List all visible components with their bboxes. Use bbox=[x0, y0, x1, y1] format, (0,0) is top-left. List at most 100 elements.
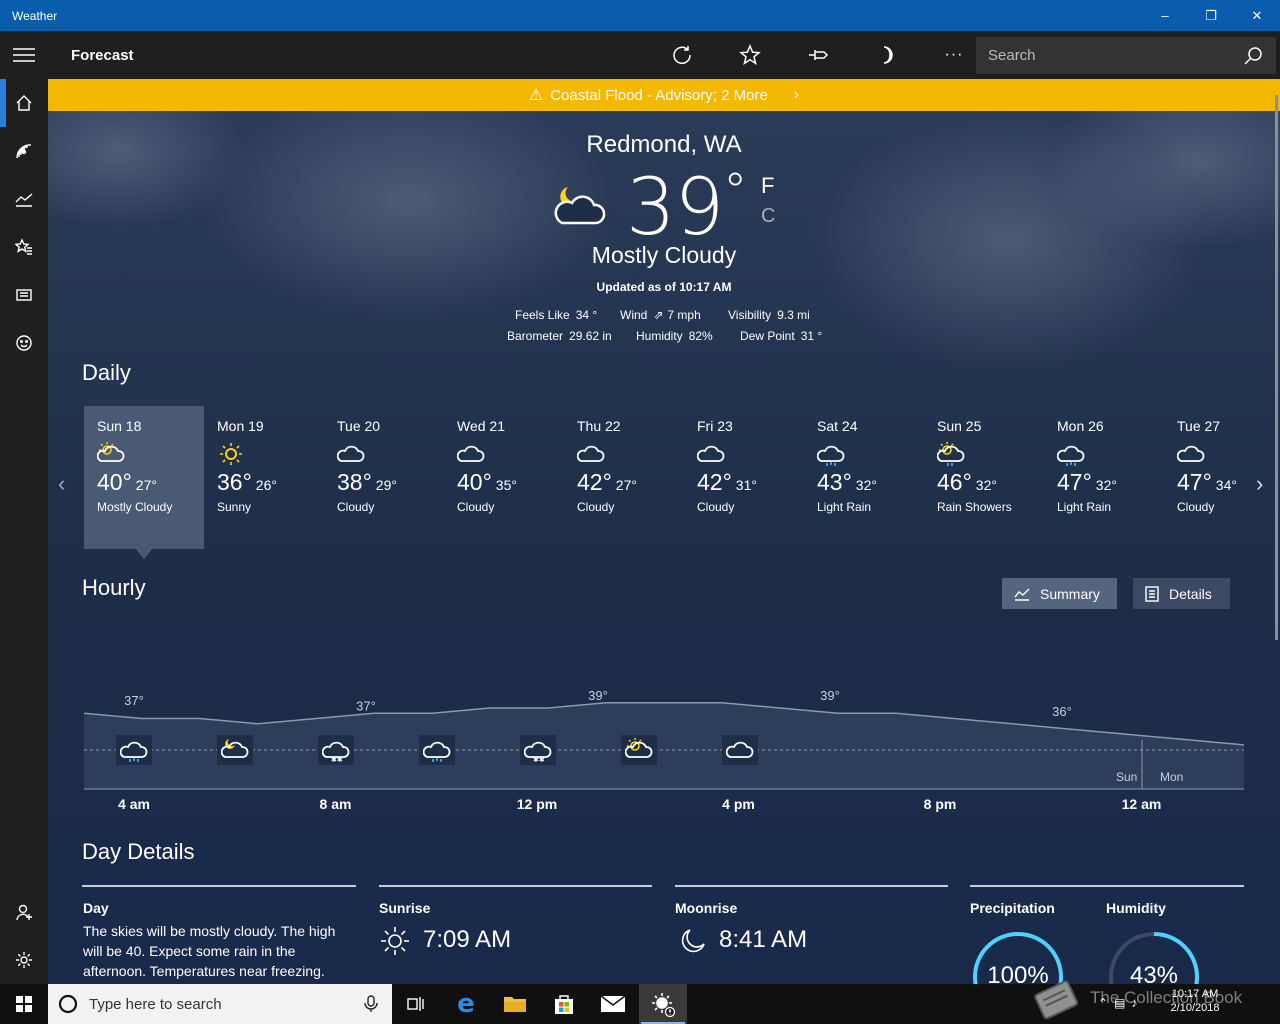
hourly-temp-label: 37° bbox=[124, 693, 144, 708]
favorite-button[interactable] bbox=[716, 31, 784, 79]
gear-icon bbox=[16, 952, 32, 968]
main-content: Redmond, WA 39° F C Mostly Cloudy Update… bbox=[48, 111, 1280, 984]
humidity-value: 43% bbox=[1129, 962, 1179, 984]
daily-day-card[interactable]: Sun 18 40° 27° Mostly Cloudy bbox=[84, 406, 204, 549]
search-icon[interactable] bbox=[1242, 45, 1264, 67]
day-divider-label: Sun bbox=[1116, 770, 1137, 784]
pin-icon bbox=[809, 50, 829, 60]
settings-button[interactable] bbox=[0, 936, 48, 984]
windows-icon bbox=[16, 996, 32, 1012]
low-temp: 27° bbox=[135, 477, 157, 493]
chart-icon bbox=[15, 193, 33, 207]
daily-day-card[interactable]: Sun 25 46° 32° Rain Showers bbox=[924, 406, 1044, 549]
low-temp: 29° bbox=[375, 477, 397, 493]
daily-day-card[interactable]: Mon 26 47° 32° Light Rain bbox=[1044, 406, 1164, 549]
day-name: Wed 21 bbox=[457, 418, 505, 434]
svg-text:✱✱: ✱✱ bbox=[331, 756, 343, 764]
moonrise-label: Moonrise bbox=[675, 900, 738, 916]
stat-wind: Wind ⇗ 7 mph bbox=[620, 308, 701, 322]
minimize-button[interactable]: – bbox=[1142, 0, 1188, 31]
day-temps: 36° 26° bbox=[217, 469, 311, 496]
low-temp: 27° bbox=[615, 477, 637, 493]
stat-label: Wind bbox=[620, 308, 648, 322]
snow-icon: ✱✱ bbox=[520, 735, 556, 765]
search-box[interactable] bbox=[976, 37, 1276, 74]
cloud-icon bbox=[722, 735, 758, 765]
humidity-label: Humidity bbox=[1106, 900, 1166, 916]
details-toggle[interactable]: Details bbox=[1133, 578, 1230, 609]
hourly-temp-label: 36° bbox=[1052, 704, 1072, 719]
nav-places[interactable] bbox=[0, 223, 48, 271]
chevron-right-icon: › bbox=[793, 86, 800, 103]
hamburger-icon bbox=[13, 48, 35, 62]
stat-dew-point: Dew Point 31 ° bbox=[740, 329, 822, 343]
nav-feedback[interactable] bbox=[0, 319, 48, 367]
radar-icon bbox=[16, 144, 32, 159]
low-temp: 34° bbox=[1215, 477, 1237, 493]
summary-toggle[interactable]: Summary bbox=[1002, 578, 1117, 609]
day-temps: 40° 35° bbox=[457, 469, 551, 496]
stat-value: 9.3 mi bbox=[777, 308, 810, 322]
daily-next-button[interactable]: › bbox=[1256, 471, 1263, 497]
taskbar-store[interactable] bbox=[540, 984, 588, 1024]
maximize-button[interactable]: ❐ bbox=[1188, 0, 1234, 31]
command-bar: Forecast ··· bbox=[48, 31, 1280, 79]
snow-icon: ✱✱ bbox=[318, 735, 354, 765]
task-view-button[interactable] bbox=[392, 984, 440, 1024]
high-temp: 40° bbox=[457, 469, 492, 495]
volume-icon[interactable]: ♪ bbox=[1131, 996, 1143, 1010]
pin-button[interactable] bbox=[784, 31, 852, 79]
high-temp: 42° bbox=[697, 469, 732, 495]
nav-news[interactable] bbox=[0, 271, 48, 319]
daily-day-card[interactable]: Sat 24 43° 32° Light Rain bbox=[804, 406, 924, 549]
temperature-value: 39 bbox=[626, 163, 724, 253]
edge-icon: e bbox=[457, 989, 475, 1019]
taskbar-search[interactable] bbox=[48, 984, 392, 1024]
theme-button[interactable] bbox=[852, 31, 920, 79]
hourly-temp-label: 37° bbox=[356, 699, 376, 714]
nav-historical[interactable] bbox=[0, 175, 48, 223]
daily-prev-button[interactable]: ‹ bbox=[58, 471, 65, 497]
daily-day-card[interactable]: Wed 21 40° 35° Cloudy bbox=[444, 406, 564, 549]
watermark-logo-icon bbox=[1034, 980, 1079, 1020]
sunrise-icon bbox=[381, 927, 409, 955]
alert-banner[interactable]: ⚠ Coastal Flood - Advisory; 2 More › bbox=[48, 79, 1280, 111]
cortana-icon bbox=[58, 994, 78, 1014]
nav-maps[interactable] bbox=[0, 127, 48, 175]
search-input[interactable] bbox=[976, 47, 1242, 64]
cloud-icon bbox=[1176, 441, 1271, 467]
close-button[interactable]: ✕ bbox=[1234, 0, 1280, 31]
high-temp: 36° bbox=[217, 469, 252, 495]
stat-label: Dew Point bbox=[740, 329, 795, 343]
daily-day-card[interactable]: Fri 23 42° 31° Cloudy bbox=[684, 406, 804, 549]
stat-visibility: Visibility 9.3 mi bbox=[728, 308, 810, 322]
taskbar-mail[interactable] bbox=[589, 984, 637, 1024]
unit-celsius-button[interactable]: C bbox=[761, 205, 775, 228]
taskbar-search-input[interactable] bbox=[89, 995, 364, 1013]
cloud-icon bbox=[576, 441, 671, 467]
daily-day-card[interactable]: Mon 19 36° 26° Sunny bbox=[204, 406, 324, 549]
nav-forecast[interactable] bbox=[0, 79, 48, 127]
microphone-icon[interactable] bbox=[364, 995, 378, 1013]
day-condition: Light Rain bbox=[1057, 500, 1112, 514]
start-button[interactable] bbox=[0, 984, 48, 1024]
taskbar-weather[interactable] bbox=[639, 984, 687, 1024]
daily-day-card[interactable]: Tue 20 38° 29° Cloudy bbox=[324, 406, 444, 549]
taskbar-edge[interactable]: e bbox=[442, 984, 490, 1024]
taskbar-file-explorer[interactable] bbox=[491, 984, 539, 1024]
day-temps: 40° 27° bbox=[97, 469, 191, 496]
chevron-up-icon[interactable]: ⌃ bbox=[1098, 996, 1114, 1010]
hamburger-button[interactable] bbox=[0, 31, 48, 79]
clock[interactable]: 10:17 AM 2/10/2018 bbox=[1160, 987, 1230, 1015]
day-name: Tue 27 bbox=[1177, 418, 1221, 434]
day-temps: 38° 29° bbox=[337, 469, 431, 496]
sun-icon bbox=[217, 441, 311, 467]
refresh-button[interactable] bbox=[648, 31, 716, 79]
network-icon[interactable]: ▤ bbox=[1114, 996, 1131, 1010]
daily-heading: Daily bbox=[82, 360, 131, 385]
daily-day-card[interactable]: Thu 22 42° 27° Cloudy bbox=[564, 406, 684, 549]
sun-rain-icon bbox=[936, 441, 1031, 467]
unit-fahrenheit-button[interactable]: F bbox=[761, 173, 774, 199]
scrollbar[interactable] bbox=[1275, 95, 1278, 640]
account-button[interactable] bbox=[0, 888, 48, 936]
